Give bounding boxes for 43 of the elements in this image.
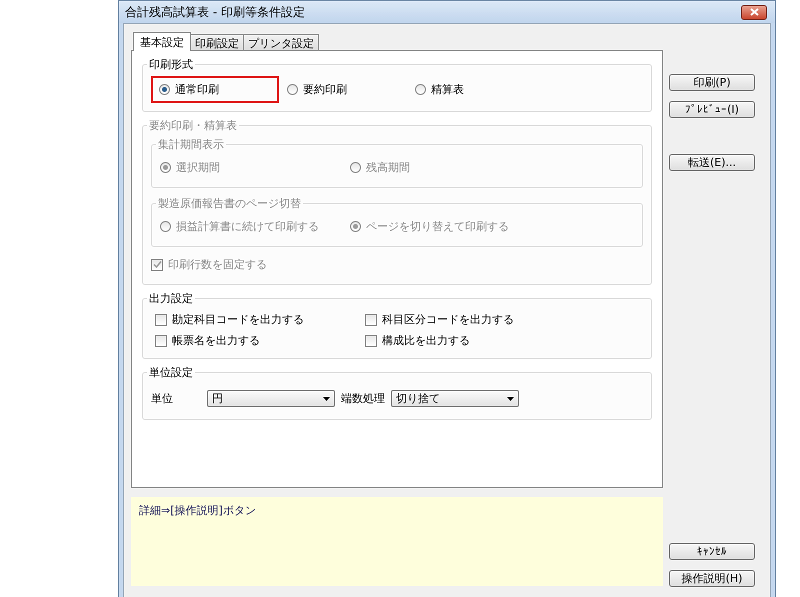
radio-label: 損益計算書に続けて印刷する	[176, 219, 319, 234]
checkbox[interactable]	[365, 334, 377, 346]
tab[interactable]: 印刷設定	[190, 34, 244, 50]
checkbox[interactable]	[365, 314, 377, 326]
tab[interactable]: プリンタ設定	[243, 34, 319, 50]
group-title: 製造原価報告書のページ切替	[157, 196, 302, 211]
dropdown-arrow-icon	[323, 396, 330, 400]
group-title: 単位設定	[148, 365, 194, 380]
radio-button[interactable]	[159, 84, 170, 95]
radio-label: 選択期間	[176, 160, 220, 175]
radio-label: ページを切り替えて印刷する	[366, 219, 509, 234]
radio-button[interactable]	[415, 84, 426, 95]
dialog-button[interactable]: ﾌﾟﾚﾋﾞｭｰ(I)	[669, 101, 755, 118]
checkbox[interactable]	[155, 314, 167, 326]
checkbox-label: 勘定科目コードを出力する	[172, 312, 304, 327]
dropdown-arrow-icon	[507, 396, 514, 400]
dialog-button[interactable]: 転送(E)...	[669, 154, 755, 171]
dialog-button[interactable]: 印刷(P)	[669, 74, 755, 91]
radio-button[interactable]	[287, 84, 298, 95]
group-title: 印刷形式	[148, 57, 194, 72]
help-text: 詳細⇒[操作説明]ボタン	[139, 504, 256, 517]
unit-dropdown[interactable]: 円	[207, 390, 335, 407]
checkbox-label: 構成比を出力する	[382, 333, 470, 348]
unit-label: 単位	[151, 391, 174, 406]
group-title: 出力設定	[148, 291, 194, 306]
radio-label: 残高期間	[366, 160, 410, 175]
close-icon	[750, 8, 758, 16]
radio-label: 要約印刷	[303, 82, 347, 97]
dialog-button[interactable]: 操作説明(H)	[669, 570, 755, 587]
group-title: 要約印刷・精算表	[148, 118, 238, 133]
checkbox[interactable]	[155, 334, 167, 346]
checkbox-label: 帳票名を出力する	[172, 333, 260, 348]
checkbox-label: 印刷行数を固定する	[168, 257, 267, 272]
tab[interactable]: 基本設定	[133, 32, 191, 51]
dialog-button[interactable]: ｷｬﾝｾﾙ	[669, 543, 755, 560]
checkbox-label: 科目区分コードを出力する	[382, 312, 514, 327]
radio-label: 通常印刷	[175, 82, 219, 97]
group-title: 集計期間表示	[157, 137, 225, 152]
window-title: 合計残高試算表 - 印刷等条件設定	[125, 4, 305, 20]
rounding-dropdown[interactable]: 切り捨て	[391, 390, 519, 407]
close-button[interactable]	[741, 4, 767, 20]
radio-label: 精算表	[431, 82, 464, 97]
rounding-label: 端数処理	[341, 391, 385, 406]
